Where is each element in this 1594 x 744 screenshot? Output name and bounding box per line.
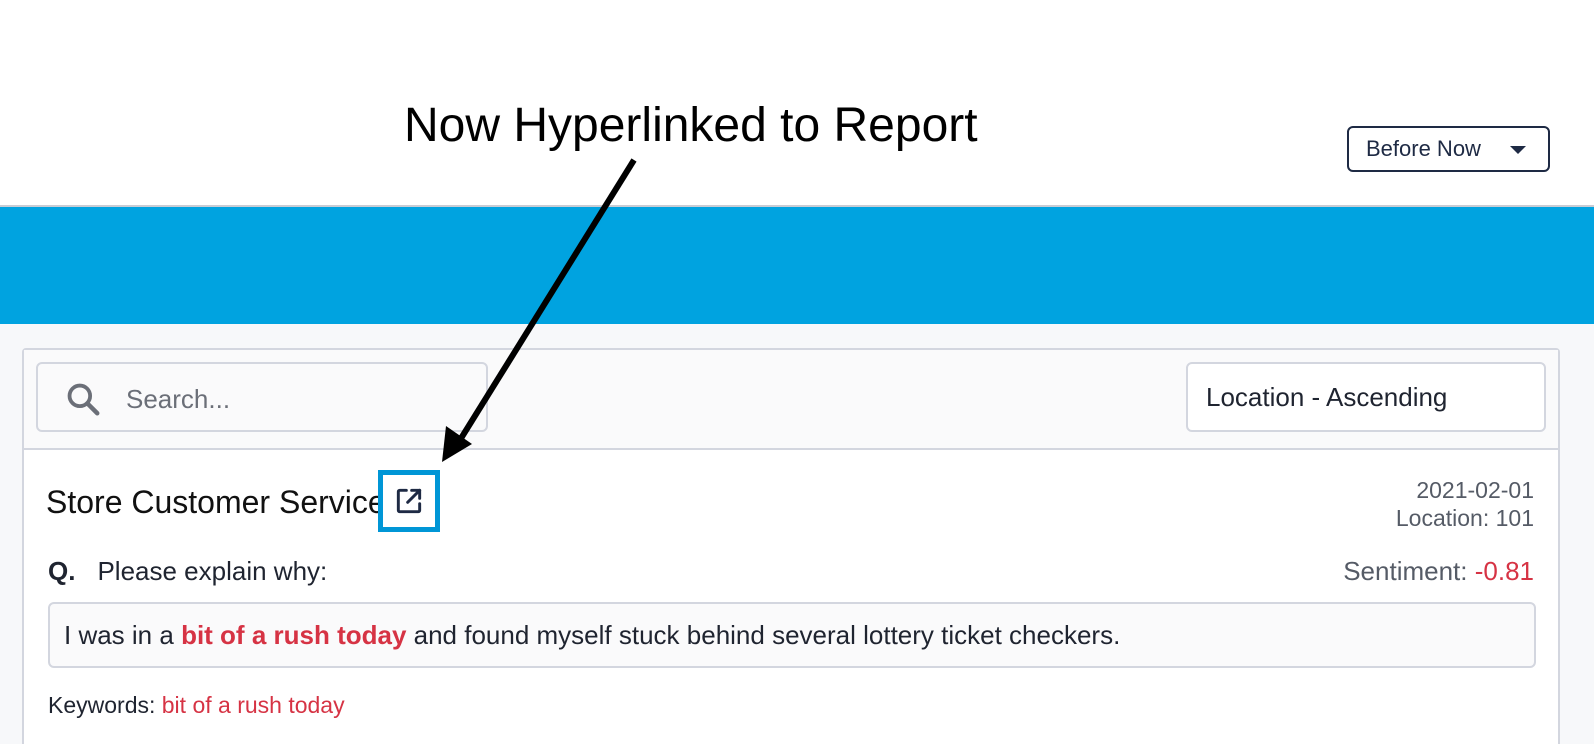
question-row: Q. Please explain why: bbox=[48, 556, 327, 587]
answer-text: I was in a bit of a rush today and found… bbox=[48, 602, 1536, 668]
responses-panel: Location - Ascending Store Customer Serv… bbox=[22, 348, 1560, 744]
brand-banner bbox=[0, 207, 1594, 324]
response-title: Store Customer Service bbox=[46, 484, 386, 520]
sort-select-label: Location - Ascending bbox=[1206, 381, 1448, 412]
report-link-button[interactable] bbox=[378, 470, 440, 532]
search-box[interactable] bbox=[36, 362, 488, 432]
search-input[interactable] bbox=[124, 378, 468, 420]
page: Now Hyperlinked to Report Before Now Loc… bbox=[0, 0, 1594, 744]
date-range-label: Before Now bbox=[1366, 136, 1481, 161]
date-range-select[interactable]: Before Now bbox=[1347, 126, 1550, 172]
response-meta: 2021-02-01 Location: 101 bbox=[1396, 476, 1534, 532]
search-icon bbox=[67, 383, 100, 416]
keywords-value[interactable]: bit of a rush today bbox=[162, 692, 345, 718]
annotation-title: Now Hyperlinked to Report bbox=[404, 99, 978, 152]
sentiment-value: -0.81 bbox=[1474, 556, 1534, 586]
external-link-icon bbox=[396, 488, 422, 514]
question-label: Q. bbox=[48, 556, 76, 586]
response-location: Location: 101 bbox=[1395, 505, 1534, 531]
keywords-row: Keywords: bit of a rush today bbox=[48, 692, 345, 719]
response-date: 2021-02-01 bbox=[1416, 477, 1534, 503]
sentiment-label: Sentiment: bbox=[1343, 556, 1475, 586]
sort-select[interactable]: Location - Ascending bbox=[1186, 362, 1546, 432]
answer-post: and found myself stuck behind several lo… bbox=[406, 619, 1121, 650]
caret-down-icon bbox=[1510, 146, 1526, 154]
answer-pre: I was in a bbox=[64, 619, 182, 650]
keywords-label: Keywords: bbox=[48, 692, 162, 718]
question-text: Please explain why: bbox=[97, 556, 328, 586]
answer-highlight: bit of a rush today bbox=[181, 619, 407, 650]
responses-toolbar: Location - Ascending bbox=[24, 350, 1558, 450]
sentiment-score: Sentiment: -0.81 bbox=[1343, 556, 1534, 587]
